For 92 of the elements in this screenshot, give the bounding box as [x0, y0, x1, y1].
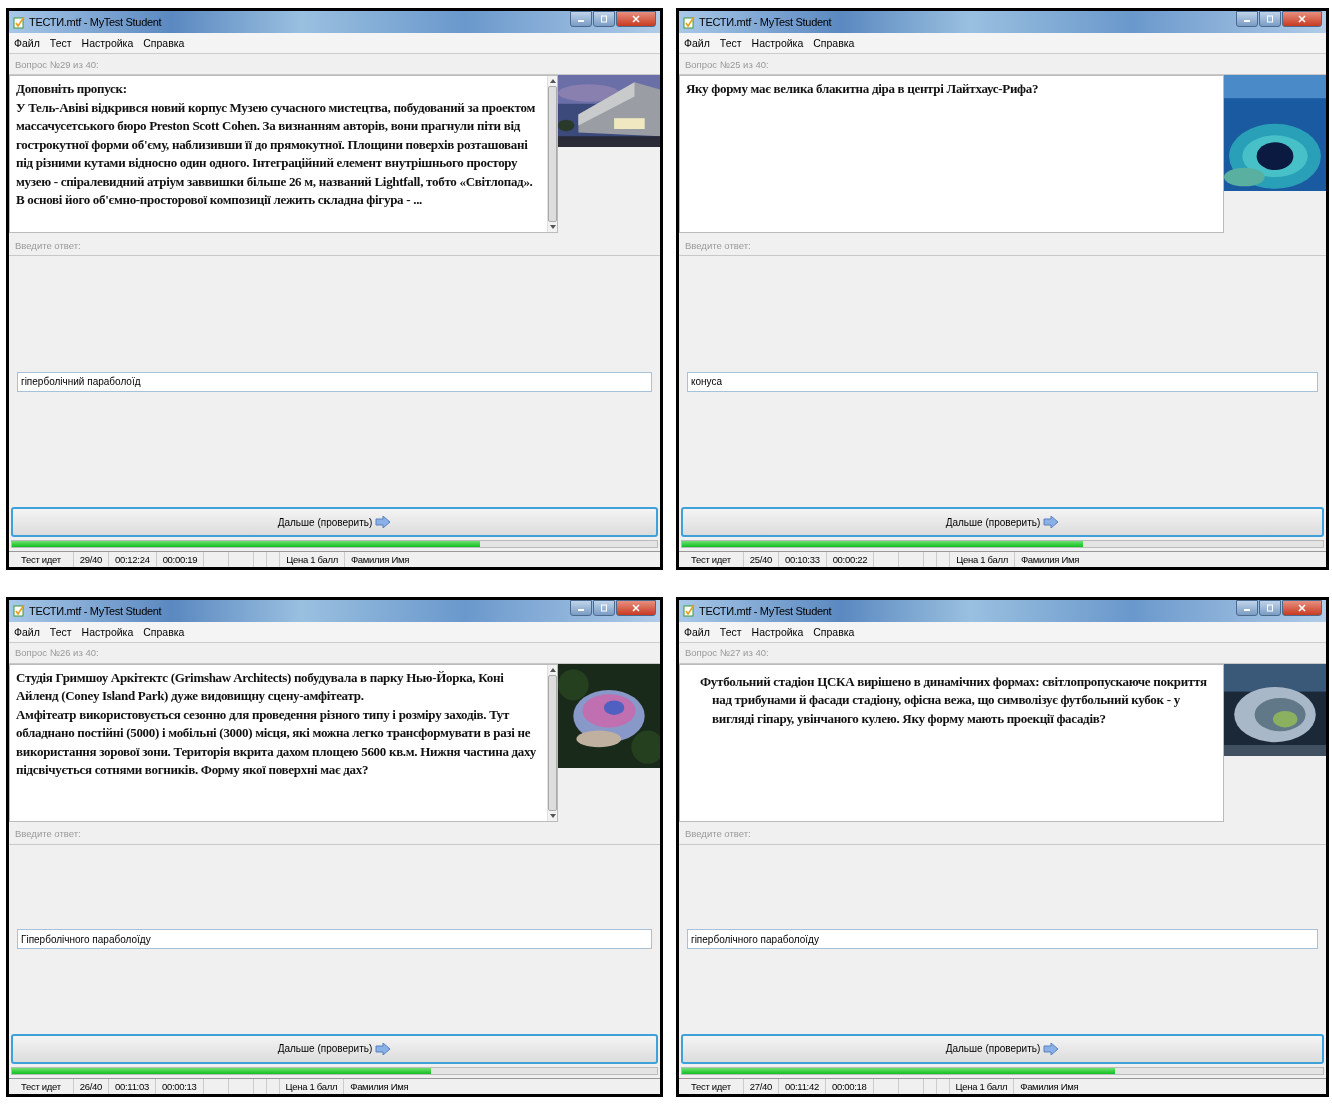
menu-item[interactable]: Настройка: [81, 37, 134, 49]
status-text: Тест идет: [9, 552, 74, 567]
close-icon: [1297, 15, 1307, 23]
next-button[interactable]: Дальше (проверить): [11, 1033, 658, 1064]
student-name: Фамилия Имя: [1019, 553, 1081, 567]
checklist-icon: [683, 604, 695, 617]
student-name: Фамилия Имя: [349, 553, 411, 567]
menu-item[interactable]: Файл: [684, 37, 710, 49]
question-text: У Тель-Авіві відкрився новий корпус Музею сучасного мистецтва, побудований за проектом массачусетського бюро Preston Scott Cohen. За визнанням авторів, вони прагнули піти від гострокутної форми об'єму, наблизивши її до прямокутної. Площини поверхів розташовані під різними кутами відносно один одного. Інтеграційний елемент внутрішнього простору музею - спіралевидний атріум заввишки більше 26 м, названий Lightfall, тобто «Світлопад». В основі його об'ємно-просторової композиції лежить складна фігура - ...: [16, 98, 536, 209]
question-count: 29/40: [73, 552, 110, 567]
menu-item[interactable]: Файл: [14, 625, 40, 638]
menu-item[interactable]: Справка: [813, 37, 855, 49]
answer-field[interactable]: гіперболічного параболоїду: [687, 929, 1318, 949]
menu-item[interactable]: Тест: [719, 37, 742, 49]
menu-item[interactable]: Тест: [49, 625, 72, 638]
student-name: Фамилия Имя: [349, 1079, 410, 1094]
status-text: Тест идет: [9, 1078, 74, 1094]
minimize-button[interactable]: [570, 599, 592, 616]
menu-item[interactable]: Тест: [49, 37, 72, 49]
menu-item[interactable]: Файл: [14, 37, 40, 49]
maximize-icon: [1265, 15, 1275, 23]
question-time: 00:00:22: [826, 552, 875, 567]
close-icon: [631, 15, 641, 23]
close-icon: [1297, 603, 1307, 612]
menu-item[interactable]: Тест: [719, 625, 742, 638]
scroll-down-icon[interactable]: [549, 224, 556, 230]
question-text: Яку форму має велика блакитна діра в центрі Лайтхаус-Рифа?: [686, 80, 1040, 98]
close-button[interactable]: [1282, 599, 1322, 616]
maximize-button[interactable]: [593, 599, 615, 616]
answer-field[interactable]: гіперболічний параболоїд: [17, 371, 652, 392]
arrow-icon: [1043, 1042, 1060, 1055]
total-time: 00:12:24: [109, 552, 157, 567]
next-button[interactable]: Дальше (проверить): [681, 1033, 1324, 1064]
total-time: 00:10:33: [779, 552, 827, 567]
score-value: Цена 1 балл: [950, 552, 1015, 567]
menu-item[interactable]: Настройка: [751, 625, 804, 638]
answer-label: Введите ответ:: [685, 828, 751, 839]
answer-field[interactable]: Гіперболічного параболоїду: [17, 929, 652, 949]
menu-item[interactable]: Настройка: [81, 625, 134, 638]
answer-label: Введите ответ:: [15, 828, 81, 839]
question-time: 00:00:13: [155, 1078, 204, 1094]
question-count: 25/40: [743, 552, 780, 567]
question-number: Вопрос №25 из 40:: [685, 58, 769, 70]
arrow-icon: [375, 1042, 392, 1055]
scroll-up-icon[interactable]: [549, 78, 556, 84]
score-value: Цена 1 балл: [949, 1078, 1015, 1094]
question-count: 27/40: [743, 1078, 780, 1094]
question-number: Вопрос №27 из 40:: [685, 647, 769, 658]
student-name: Фамилия Имя: [1019, 1079, 1080, 1094]
question-time: 00:00:18: [825, 1078, 874, 1094]
maximize-icon: [1265, 603, 1275, 612]
question-text: Студія Гримшоу Аркітектс (Grimshaw Architects) побудувала в парку Нью-Йорка, Коні Айленд (Coney Island Park) дуже видовищну сцену-амфітеатр.: [16, 668, 505, 705]
close-icon: [631, 603, 641, 612]
question-count: 26/40: [73, 1078, 110, 1094]
checklist-icon: [13, 604, 25, 617]
status-text: Тест идет: [679, 1078, 744, 1094]
menu-item[interactable]: Справка: [813, 625, 855, 638]
score-value: Цена 1 балл: [280, 552, 345, 567]
question-text: Футбольний стадіон ЦСКА вирішено в динамічних формах: світлопропускаюче покриття над трибунами й фасади стадіону, офісна вежа, що символізує футбольний кубок - у вигляді гіпару, увінчаного кулею. Яку форму мають проекції фасадів?: [700, 672, 1208, 728]
next-button[interactable]: Дальше (проверить): [11, 507, 658, 537]
question-time: 00:00:19: [156, 552, 205, 567]
question-text: Амфітеатр використовується сезонно для проведення різного типу і розміру заходів. Тут обладнано постійні (5000) і мобільні (3000) місця, які можна легко трансформувати в разі не використання зорової зони. Територія вкрита дахом площею 5600 кв.м. Нижня частина даху підсвічується сотнями вогників. Форму якої поверхні має дах?: [16, 705, 537, 779]
maximize-button[interactable]: [1259, 599, 1281, 616]
answer-field[interactable]: конуса: [687, 371, 1318, 392]
maximize-icon: [599, 15, 609, 23]
close-button[interactable]: [616, 599, 656, 616]
status-text: Тест идет: [679, 552, 744, 567]
window-title: ТЕСТИ.mtf - MyTest Student: [29, 604, 162, 617]
menu-item[interactable]: Настройка: [751, 37, 804, 49]
window-title: ТЕСТИ.mtf - MyTest Student: [699, 604, 832, 617]
arrow-icon: [375, 516, 392, 528]
answer-label: Введите ответ:: [685, 239, 751, 251]
checklist-icon: [683, 15, 695, 29]
next-button[interactable]: Дальше (проверить): [681, 507, 1324, 537]
score-value: Цена 1 балл: [279, 1078, 345, 1094]
menu-item[interactable]: Файл: [684, 625, 710, 638]
maximize-icon: [599, 603, 609, 612]
scrollbar[interactable]: [547, 76, 557, 232]
scrollbar[interactable]: [547, 664, 557, 821]
menu-item[interactable]: Справка: [143, 37, 185, 49]
answer-label: Введите ответ:: [15, 239, 81, 251]
question-number: Вопрос №29 из 40:: [15, 58, 99, 70]
question-number: Вопрос №26 из 40:: [15, 647, 99, 658]
minimize-button[interactable]: [1236, 599, 1258, 616]
total-time: 00:11:03: [109, 1078, 156, 1094]
question-text: Доповніть пропуск:: [16, 80, 128, 98]
checklist-icon: [13, 15, 25, 29]
window-title: ТЕСТИ.mtf - MyTest Student: [29, 16, 162, 28]
arrow-icon: [1043, 516, 1060, 528]
menu-item[interactable]: Справка: [143, 625, 185, 638]
window-title: ТЕСТИ.mtf - MyTest Student: [699, 16, 832, 28]
total-time: 00:11:42: [779, 1078, 826, 1094]
